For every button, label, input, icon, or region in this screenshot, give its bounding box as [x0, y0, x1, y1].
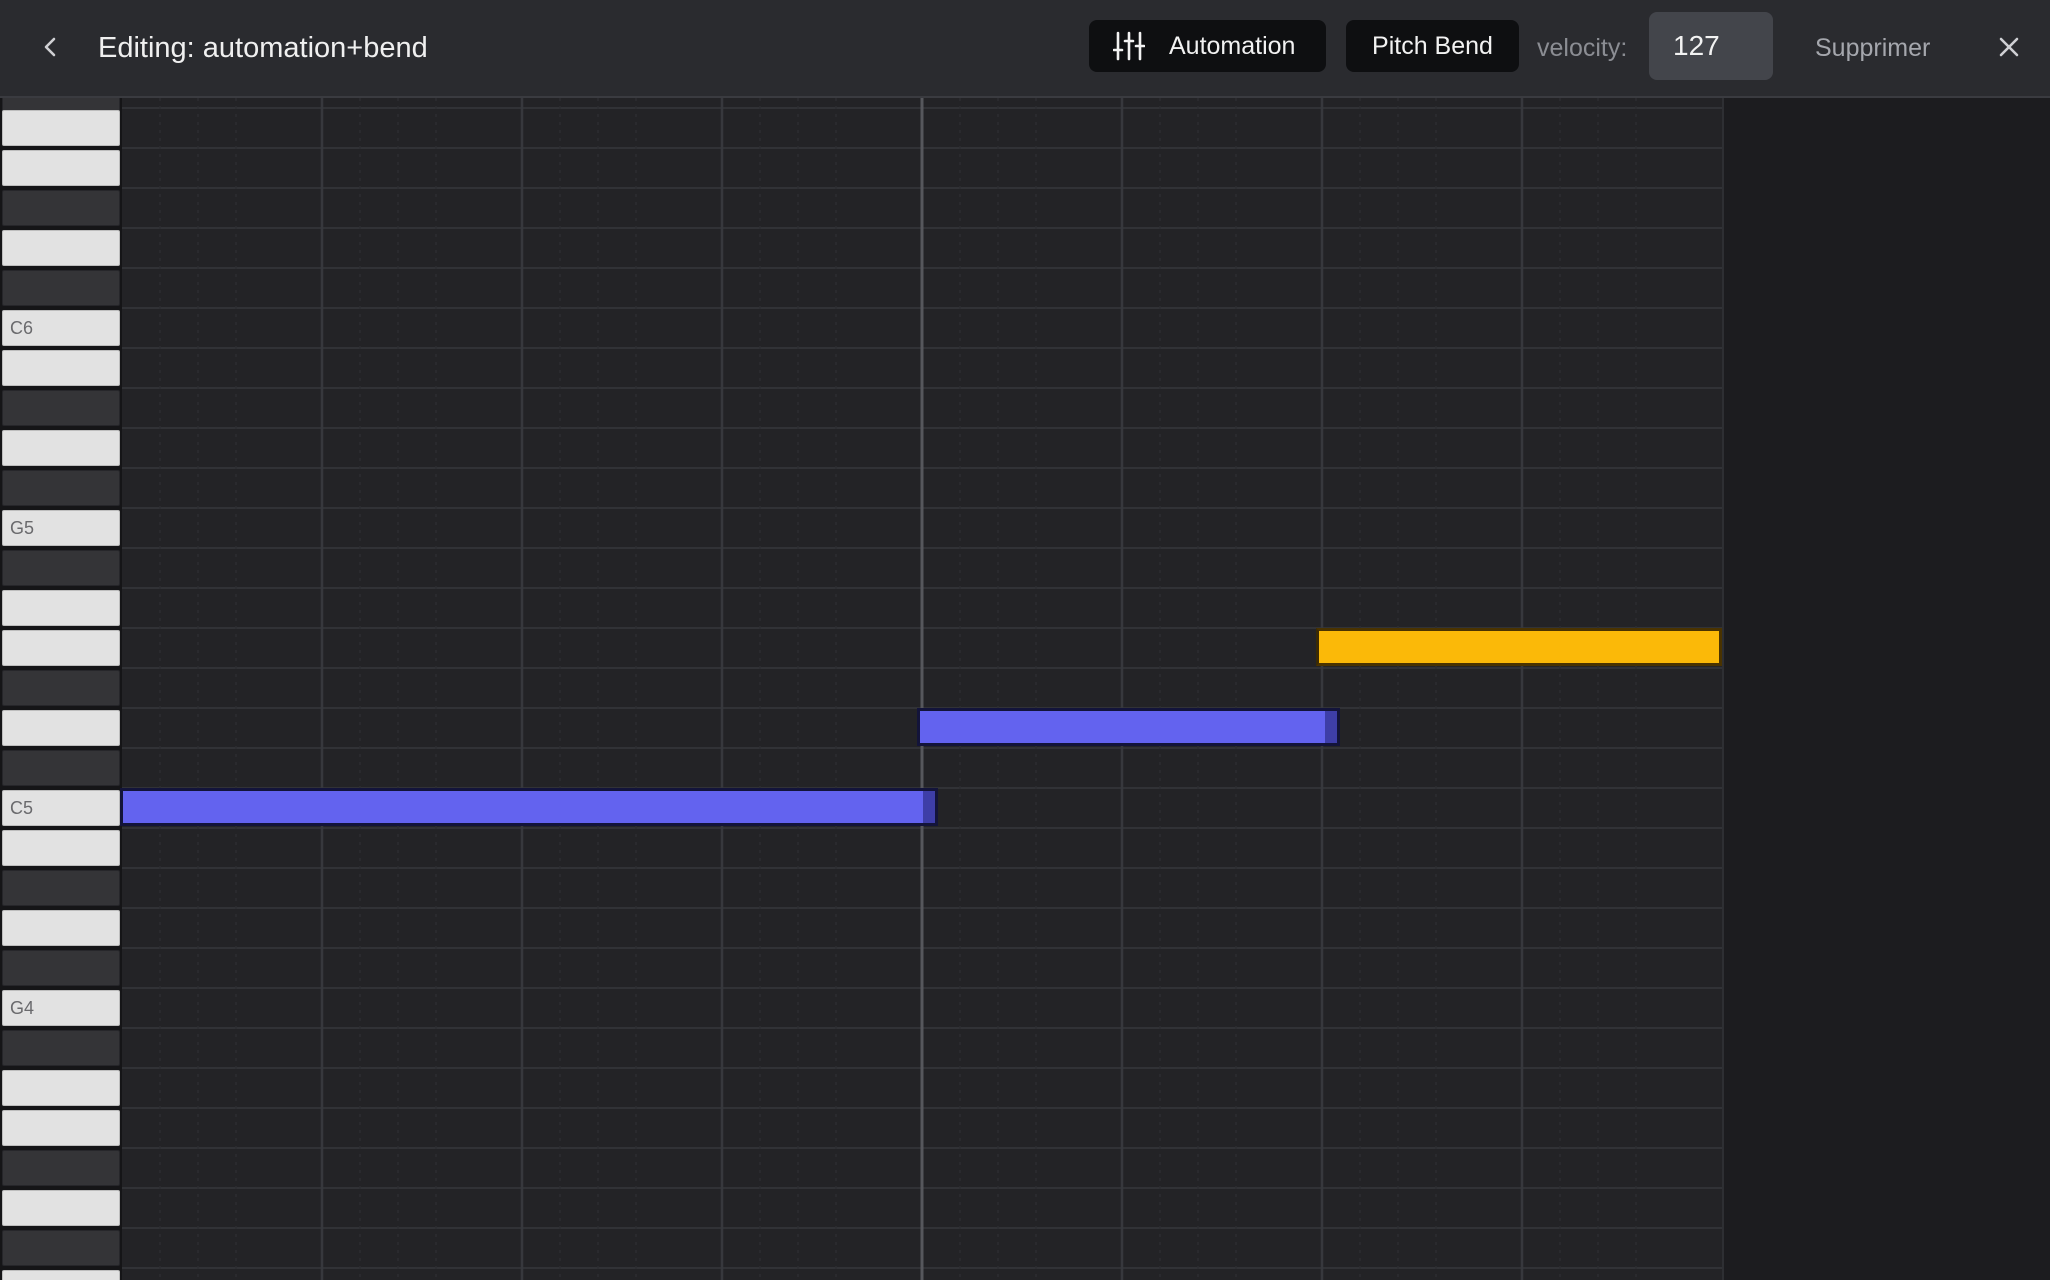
key-label: C6 — [10, 318, 34, 338]
delete-button[interactable]: Supprimer — [1815, 26, 1930, 70]
piano-key[interactable] — [2, 950, 120, 986]
note-d5[interactable] — [917, 708, 1340, 746]
piano-key[interactable] — [2, 190, 120, 226]
piano-roll[interactable]: C6 G5 C5 G4 — [0, 98, 1722, 1280]
velocity-input[interactable] — [1649, 12, 1773, 80]
chevron-left-icon — [44, 37, 56, 57]
piano-key-g5[interactable]: G5 — [2, 510, 120, 546]
piano-key[interactable] — [2, 910, 120, 946]
piano-key[interactable] — [2, 590, 120, 626]
note-resize-handle[interactable] — [1325, 711, 1337, 743]
piano-key[interactable] — [2, 550, 120, 586]
piano-key[interactable] — [2, 1150, 120, 1186]
automation-button[interactable]: Automation — [1089, 20, 1326, 72]
piano-key[interactable] — [2, 830, 120, 866]
piano-key-c5[interactable]: C5 — [2, 790, 120, 826]
close-icon — [1999, 37, 2019, 57]
piano-key[interactable] — [2, 630, 120, 666]
piano-key[interactable] — [2, 1230, 120, 1266]
empty-side-panel — [1722, 98, 2050, 1280]
note-grid[interactable] — [122, 98, 1722, 1280]
piano-key[interactable] — [2, 470, 120, 506]
back-button[interactable] — [28, 24, 74, 70]
piano-key[interactable] — [2, 1110, 120, 1146]
piano-key[interactable] — [2, 1030, 120, 1066]
key-label: G5 — [10, 518, 35, 538]
piano-key[interactable] — [2, 270, 120, 306]
piano-key[interactable] — [2, 670, 120, 706]
piano-key[interactable] — [2, 230, 120, 266]
piano-key[interactable] — [2, 390, 120, 426]
piano-key[interactable] — [2, 870, 120, 906]
piano-key[interactable] — [2, 750, 120, 786]
piano-key[interactable] — [2, 430, 120, 466]
pitch-bend-button[interactable]: Pitch Bend — [1346, 20, 1519, 72]
automation-label: Automation — [1169, 31, 1296, 60]
piano-key-c6[interactable]: C6 — [2, 310, 120, 346]
page-title: Editing: automation+bend — [98, 32, 428, 64]
close-button[interactable] — [1988, 24, 2030, 70]
piano-keyboard: C6 G5 C5 G4 — [0, 98, 122, 1280]
piano-key[interactable] — [2, 350, 120, 386]
pitch-bend-label: Pitch Bend — [1372, 31, 1493, 60]
piano-key[interactable] — [2, 150, 120, 186]
piano-key-g4[interactable]: G4 — [2, 990, 120, 1026]
velocity-label: velocity: — [1537, 34, 1628, 62]
note-resize-handle[interactable] — [923, 791, 935, 823]
piano-key[interactable] — [2, 710, 120, 746]
key-label: C5 — [10, 798, 34, 818]
piano-key[interactable] — [2, 110, 120, 146]
piano-key[interactable] — [2, 1070, 120, 1106]
editor-header: Editing: automation+bend Automation Pitc… — [0, 0, 2050, 98]
sliders-icon — [1113, 31, 1145, 61]
note-c5[interactable] — [120, 788, 938, 826]
piano-key[interactable] — [2, 1270, 120, 1280]
piano-key[interactable] — [2, 1190, 120, 1226]
note-e5-selected[interactable] — [1316, 628, 1722, 666]
key-label: G4 — [10, 998, 35, 1018]
